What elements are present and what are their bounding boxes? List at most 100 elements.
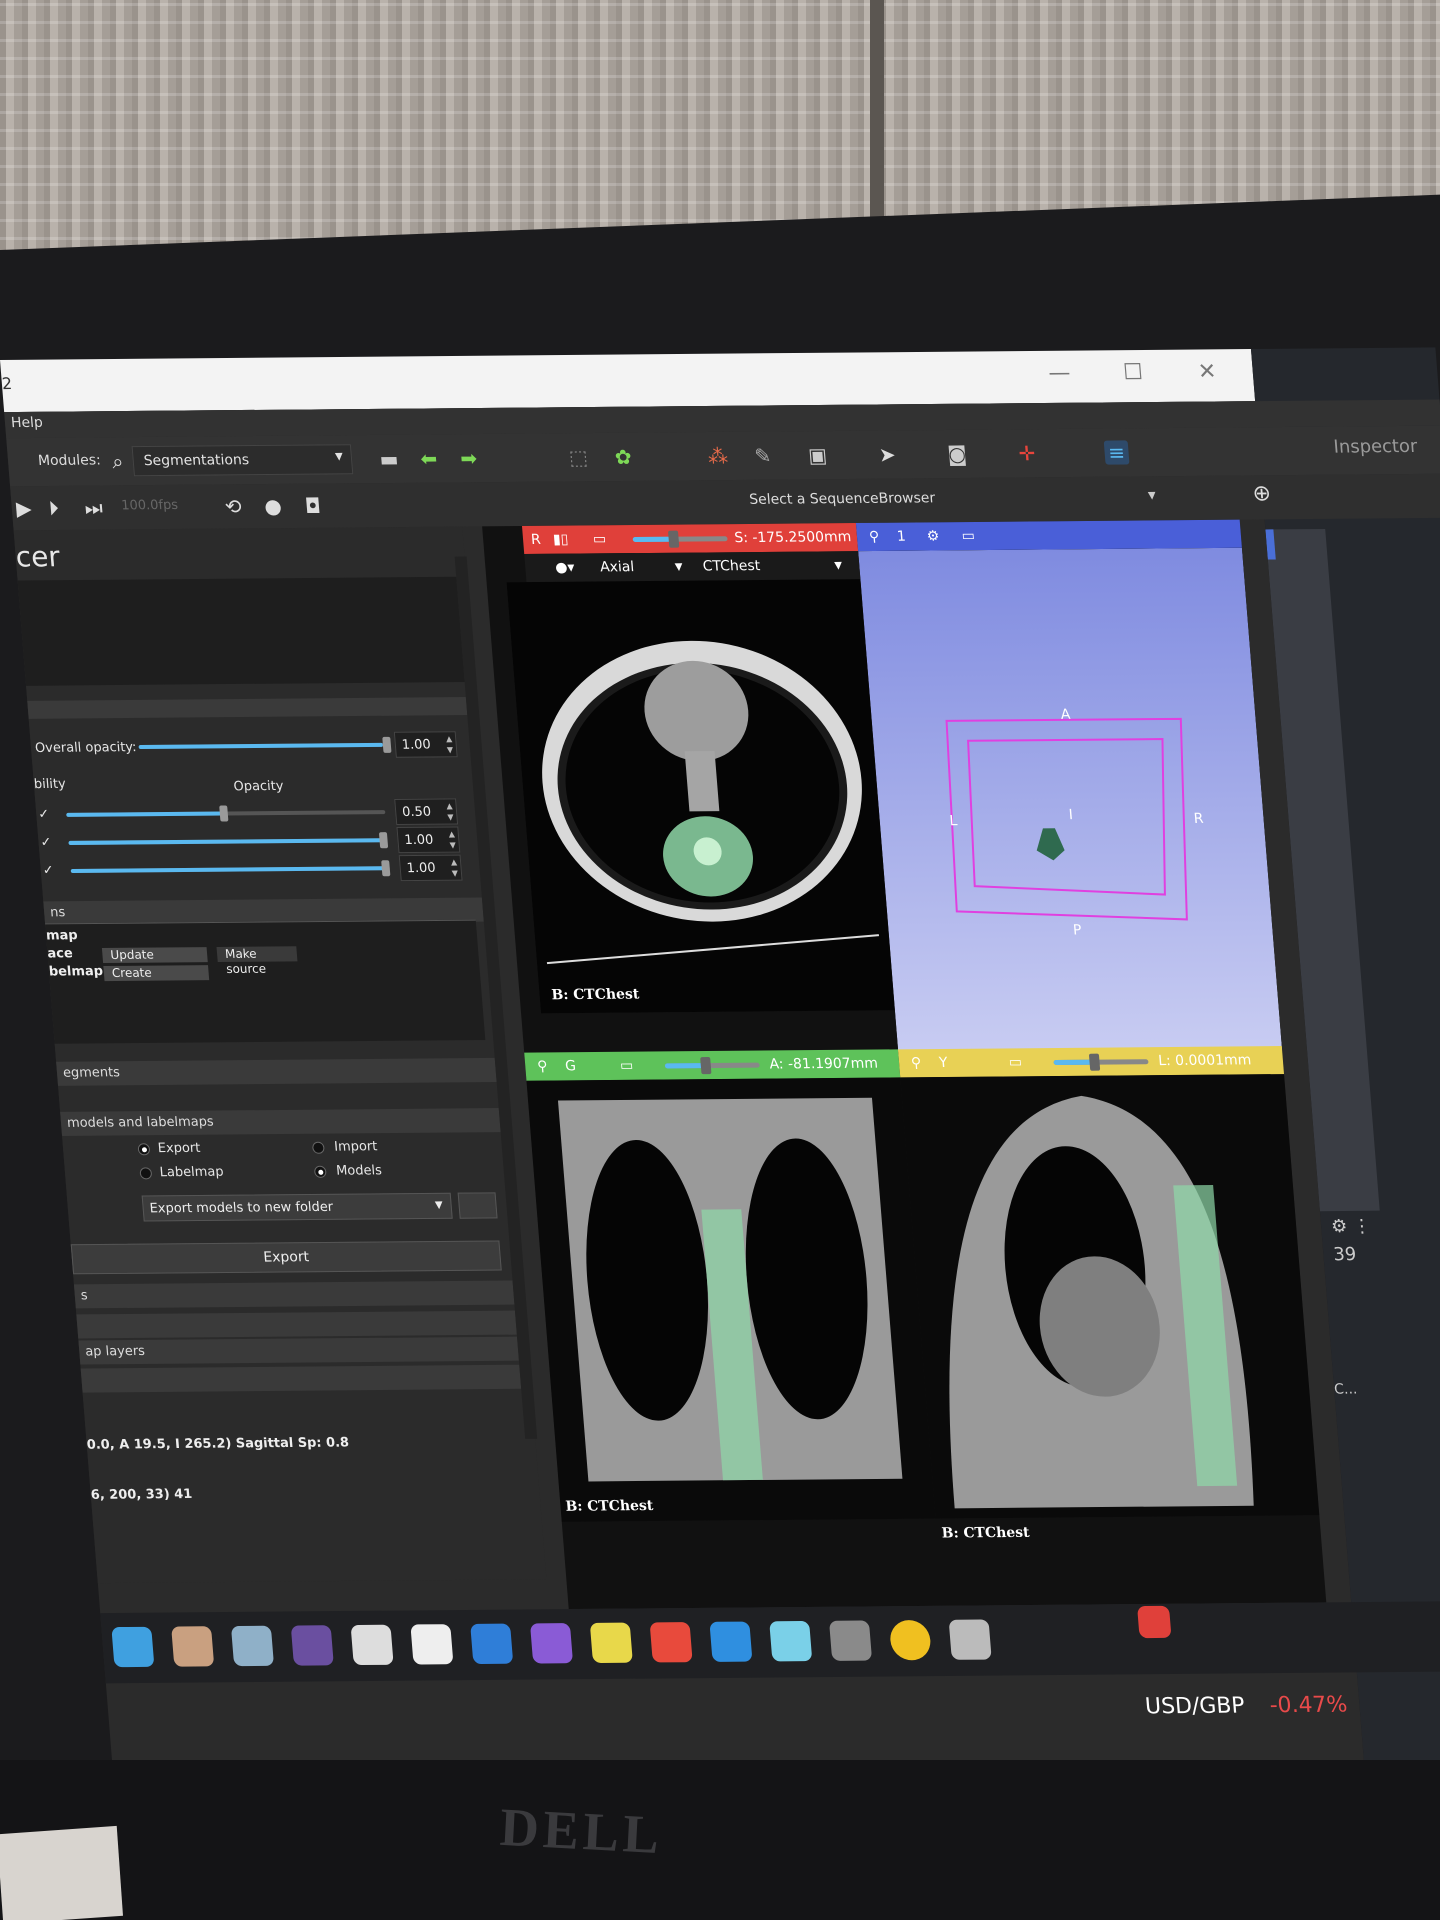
yellow-slider-knob[interactable] [1088, 1053, 1101, 1071]
sketch-icon[interactable] [470, 1623, 514, 1665]
chrome-icon[interactable] [888, 1619, 932, 1661]
unity-hub-icon[interactable] [948, 1619, 992, 1660]
inspector-tab[interactable]: Inspector [1333, 436, 1418, 458]
extension-icon[interactable]: ✿ [610, 445, 636, 469]
yellow-window-icon[interactable]: ▭ [1008, 1054, 1022, 1070]
green-window-icon[interactable]: ▭ [619, 1058, 633, 1074]
yellow-pin-icon[interactable]: ⚲ [910, 1055, 922, 1071]
loop-icon[interactable]: ⟲ [220, 494, 246, 518]
markup-icon[interactable]: ⁂ [705, 444, 731, 468]
segment-opacity-slider[interactable] [70, 860, 391, 877]
visibility-checkbox[interactable]: ✓ [42, 863, 54, 878]
create-button[interactable]: Create [103, 965, 210, 982]
view-options-icon[interactable]: ⊕ [1252, 481, 1272, 506]
minimize-button[interactable]: — [1047, 361, 1071, 386]
export-radio[interactable] [137, 1143, 151, 1156]
data-cube-icon[interactable]: ⬚ [565, 445, 591, 469]
collapse-handle[interactable] [27, 697, 468, 719]
ticker-pair[interactable]: USD/GBP [1144, 1693, 1246, 1719]
maximize-button[interactable]: ☐ [1122, 360, 1144, 385]
section-copy-segments[interactable]: egments [56, 1057, 497, 1086]
segment-opacity-knob[interactable] [219, 805, 229, 822]
play-icon[interactable]: ▶ [11, 496, 37, 520]
store-icon[interactable] [709, 1621, 753, 1662]
visibility-checkbox[interactable]: ✓ [38, 807, 50, 822]
section-labelmap-layers[interactable]: ap layers [78, 1336, 519, 1365]
sequence-browser-select[interactable]: Select a SequenceBrowser [749, 490, 936, 508]
sequence-dropdown-icon[interactable]: ▼ [1148, 490, 1157, 501]
slack-icon[interactable] [769, 1620, 813, 1662]
segment-opacity-slider[interactable] [66, 805, 386, 822]
back-arrow-icon[interactable]: ⬅ [416, 446, 442, 470]
green-offset-slider[interactable] [664, 1057, 760, 1075]
notes-icon[interactable] [230, 1625, 275, 1667]
overall-opacity-knob[interactable] [382, 736, 392, 753]
menu-help[interactable]: Help [10, 415, 43, 431]
pointer-icon[interactable]: ➤ [874, 442, 900, 466]
export-destination-combo[interactable]: Export models to new folder ▼ [141, 1192, 453, 1222]
pencil-icon[interactable]: ✎ [750, 443, 776, 468]
segment-opacity-slider[interactable] [68, 832, 389, 849]
link-icon[interactable]: ▮▯ [552, 532, 569, 548]
yellow-offset-slider[interactable] [1053, 1053, 1149, 1071]
threed-settings-icon[interactable]: ⚙ [926, 528, 940, 544]
record-app-icon[interactable] [649, 1622, 693, 1663]
pycharm-icon[interactable] [589, 1622, 633, 1664]
red-offset-slider[interactable] [632, 530, 728, 548]
sagittal-view[interactable] [900, 1074, 1320, 1519]
visual-studio-icon[interactable] [529, 1623, 574, 1664]
crosshair-icon[interactable]: ✛ [1014, 441, 1040, 465]
section-spacer[interactable] [76, 1310, 517, 1339]
axial-view[interactable] [506, 579, 895, 1014]
search-icon[interactable]: ⌕ [105, 449, 131, 473]
make-source-button[interactable]: Make source [216, 946, 298, 976]
volume-select[interactable]: CTChest [702, 558, 761, 575]
module-selector[interactable]: Segmentations ▼ [131, 444, 354, 477]
visibility-checkbox[interactable]: ✓ [40, 835, 52, 850]
segment-opacity-knob[interactable] [381, 860, 391, 877]
skip-end-icon[interactable]: ⏭ [81, 496, 107, 520]
segment-opacity-spinbox[interactable]: 1.00 [396, 826, 461, 854]
node-select-button[interactable] [457, 1192, 498, 1219]
orientation-select[interactable]: Axial [599, 559, 634, 575]
segment-opacity-knob[interactable] [378, 832, 389, 849]
gear-menu-icon[interactable]: ⚙ ⋮ [1330, 1216, 1371, 1237]
layout-icon[interactable]: ▣ [805, 443, 831, 467]
close-button[interactable]: ✕ [1197, 359, 1217, 384]
slicer-app-icon[interactable] [171, 1626, 215, 1667]
step-forward-icon[interactable]: ⏵ [41, 496, 67, 520]
labelmap-radio[interactable] [139, 1167, 153, 1180]
overall-opacity-spinbox[interactable]: 1.00 [393, 731, 458, 758]
fps-field[interactable]: 100.0fps [121, 498, 179, 514]
models-radio[interactable] [313, 1165, 327, 1178]
threed-view[interactable] [858, 547, 1283, 1053]
unity-icon[interactable] [350, 1624, 394, 1666]
window-icon[interactable]: ▭ [592, 531, 606, 547]
overall-opacity-slider[interactable] [138, 736, 392, 753]
github-icon[interactable] [290, 1625, 334, 1666]
import-radio[interactable] [311, 1141, 325, 1154]
green-slider-knob[interactable] [700, 1057, 712, 1075]
module-list-icon[interactable]: ▬ [376, 447, 402, 471]
coronal-view[interactable] [526, 1077, 936, 1522]
threed-maximize-icon[interactable]: ▭ [961, 528, 975, 544]
segment-opacity-spinbox[interactable]: 0.50 [394, 798, 459, 826]
record-icon[interactable]: ● [260, 494, 286, 518]
eye-app-icon[interactable] [410, 1624, 454, 1665]
section-export-import[interactable]: models and labelmaps [60, 1108, 501, 1136]
update-button[interactable]: Update [101, 947, 208, 964]
sliders-icon[interactable]: ≡ [1103, 440, 1130, 465]
camera-icon[interactable]: ◙ [944, 442, 970, 466]
section-empty[interactable] [80, 1364, 522, 1393]
visibility-icon[interactable]: ●▾ [555, 560, 575, 576]
export-button[interactable]: Export [70, 1240, 502, 1275]
clock-app-icon[interactable] [829, 1620, 873, 1661]
close-notification-icon[interactable] [1137, 1605, 1172, 1639]
forward-arrow-icon[interactable]: ➡ [456, 446, 482, 470]
edge-icon[interactable] [111, 1626, 155, 1668]
section-segments-last[interactable]: s [73, 1280, 515, 1309]
pin-icon[interactable]: ⚲ [868, 529, 880, 545]
green-pin-icon[interactable]: ⚲ [537, 1058, 549, 1074]
segment-opacity-spinbox[interactable]: 1.00 [398, 854, 463, 882]
red-slider-knob[interactable] [668, 530, 680, 548]
